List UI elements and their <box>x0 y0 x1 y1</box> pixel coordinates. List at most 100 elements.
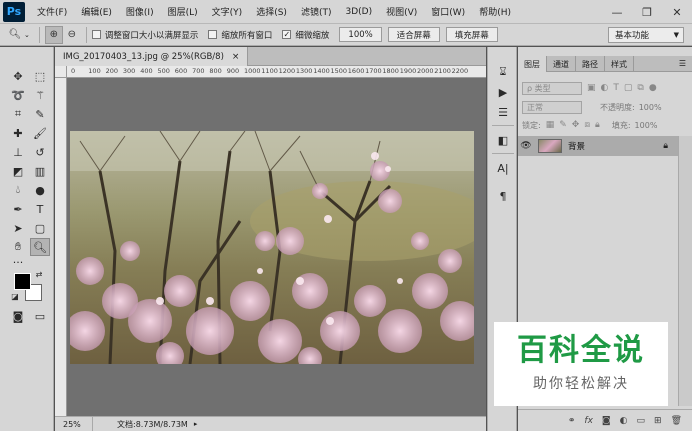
clone-stamp-tool-icon[interactable]: ⊥ <box>8 143 28 161</box>
tab-layers[interactable]: 图层 <box>518 56 547 72</box>
restore-button[interactable]: ❐ <box>632 0 662 24</box>
document-tab-title: IMG_20170403_13.jpg @ 25%(RGB/8) <box>63 51 224 62</box>
foreground-color-swatch[interactable] <box>14 273 31 290</box>
fit-screen-button[interactable]: 适合屏幕 <box>387 27 440 42</box>
tab-styles[interactable]: 样式 <box>605 56 634 72</box>
menu-filter[interactable]: 滤镜(T) <box>301 5 332 18</box>
zoom-level-field[interactable]: 25% <box>55 417 93 431</box>
menu-type[interactable]: 文字(Y) <box>212 5 243 18</box>
status-menu-arrow-icon[interactable]: ▸ <box>194 420 198 428</box>
menu-select[interactable]: 选择(S) <box>256 5 287 18</box>
opacity-value[interactable]: 100% <box>639 103 662 112</box>
menu-view[interactable]: 视图(V) <box>386 5 417 18</box>
fill-screen-button[interactable]: 填充屏幕 <box>445 27 498 42</box>
menu-image[interactable]: 图像(I) <box>126 5 154 18</box>
ruler-tick-label: 1600 <box>347 67 365 75</box>
magic-wand-tool-icon[interactable]: ⚚ <box>30 86 50 104</box>
filter-toggle-icon[interactable]: ● <box>649 83 657 93</box>
quick-mask-icon[interactable]: ◙ <box>8 307 28 325</box>
lasso-tool-icon[interactable]: ➰ <box>8 86 28 104</box>
dodge-tool-icon[interactable]: ● <box>30 181 50 199</box>
lock-transparent-icon[interactable]: ▦ <box>546 120 555 130</box>
scrubby-zoom-checkbox[interactable]: ✓ <box>282 30 292 39</box>
type-tool-icon[interactable]: T <box>30 200 50 218</box>
move-tool-icon[interactable]: ✥ <box>8 67 28 85</box>
workspace-select[interactable]: 基本功能 ▼ <box>608 27 684 43</box>
layer-kind-filter[interactable]: ρ 类型 <box>522 81 582 95</box>
ruler-tick-label: 1700 <box>365 67 382 75</box>
path-selection-tool-icon[interactable]: ➤ <box>8 219 28 237</box>
shape-tool-icon[interactable]: ▢ <box>30 219 50 237</box>
panel-menu-icon[interactable]: ☰ <box>679 59 686 68</box>
new-group-icon[interactable]: ▭ <box>637 416 646 426</box>
new-adjustment-layer-icon[interactable]: ◐ <box>620 416 628 426</box>
tab-channels[interactable]: 通道 <box>547 56 576 72</box>
chevron-down-icon[interactable]: ⌄ <box>24 31 30 39</box>
filter-adjustment-icon[interactable]: ◐ <box>601 83 609 93</box>
close-button[interactable]: ✕ <box>662 0 692 24</box>
menu-window[interactable]: 窗口(W) <box>431 5 465 18</box>
layers-scrollbar[interactable] <box>678 136 692 406</box>
eraser-tool-icon[interactable]: ◩ <box>8 162 28 180</box>
lock-artboard-icon[interactable]: ⧈ <box>584 120 590 130</box>
canvas-image[interactable] <box>70 131 474 364</box>
menu-layer[interactable]: 图层(L) <box>168 5 198 18</box>
menu-help[interactable]: 帮助(H) <box>479 5 511 18</box>
healing-brush-tool-icon[interactable]: ✚ <box>8 124 28 142</box>
menu-edit[interactable]: 编辑(E) <box>81 5 112 18</box>
delete-layer-icon[interactable]: 🗑︎ <box>671 416 682 426</box>
zoom-tool-icon[interactable]: 🔍︎ <box>30 238 50 256</box>
zoom-all-checkbox[interactable] <box>208 30 218 39</box>
eye-icon[interactable]: 👁︎ <box>518 141 534 151</box>
zoom-in-icon[interactable]: ⊕ <box>44 25 63 44</box>
layer-style-icon[interactable]: fx <box>584 416 593 426</box>
marquee-tool-icon[interactable]: ⬚ <box>30 67 50 85</box>
filter-type-icon[interactable]: T <box>613 83 619 93</box>
character-panel-icon[interactable]: A| <box>494 159 512 177</box>
ruler-tick-label: 1900 <box>399 67 417 75</box>
screen-mode-icon[interactable]: ▭ <box>30 307 50 325</box>
add-mask-icon[interactable]: ◙ <box>602 416 611 426</box>
blur-tool-icon[interactable]: 💧︎ <box>8 181 28 199</box>
menu-3d[interactable]: 3D(D) <box>345 7 372 17</box>
minimize-button[interactable]: — <box>602 0 632 24</box>
gradient-tool-icon[interactable]: ▥ <box>30 162 50 180</box>
properties-panel-icon[interactable]: ☰ <box>494 103 512 121</box>
swap-colors-icon[interactable]: ⇄ <box>34 269 44 279</box>
canvas-area[interactable] <box>67 78 486 416</box>
zoom-100-button[interactable]: 100% <box>339 27 382 42</box>
filter-pixel-icon[interactable]: ▣ <box>587 83 596 93</box>
more-tools-icon[interactable]: ··· <box>8 253 28 271</box>
lock-all-icon[interactable]: 🔒︎ <box>595 120 600 130</box>
tab-paths[interactable]: 路径 <box>576 56 605 72</box>
layers-panel-footer: ⚭ fx ◙ ◐ ▭ ⊞ 🗑︎ <box>518 409 692 431</box>
history-brush-tool-icon[interactable]: ↺ <box>30 143 50 161</box>
layer-row[interactable]: 👁︎ 背景 🔒︎ <box>518 136 678 156</box>
document-tab[interactable]: IMG_20170403_13.jpg @ 25%(RGB/8) × <box>55 47 249 66</box>
ruler-tick-label: 800 <box>209 67 222 75</box>
filter-smart-object-icon[interactable]: ⧉ <box>637 83 643 93</box>
menu-file[interactable]: 文件(F) <box>37 5 67 18</box>
link-layers-icon[interactable]: ⚭ <box>568 416 576 426</box>
actions-panel-icon[interactable]: ▶ <box>494 83 512 101</box>
new-layer-icon[interactable]: ⊞ <box>654 416 662 426</box>
close-icon[interactable]: × <box>232 52 240 62</box>
resize-windows-checkbox[interactable] <box>91 30 101 39</box>
filter-shape-icon[interactable]: ▢ <box>624 83 633 93</box>
brush-tool-icon[interactable]: 🖌︎ <box>30 124 50 142</box>
lock-position-icon[interactable]: ✥ <box>572 120 580 130</box>
blend-mode-select[interactable]: 正常 <box>522 100 582 114</box>
pen-tool-icon[interactable]: ✒ <box>8 200 28 218</box>
zoom-out-icon[interactable]: ⊖ <box>63 26 81 44</box>
zoom-tool-preset-icon[interactable]: 🔍︎ <box>6 26 24 44</box>
crop-tool-icon[interactable]: ⌗ <box>8 105 28 123</box>
paragraph-panel-icon[interactable]: ¶ <box>494 187 512 205</box>
eyedropper-tool-icon[interactable]: ✎ <box>30 105 50 123</box>
ruler-tick-label: 0 <box>71 67 76 75</box>
panel-tabs: 图层 通道 路径 样式 <box>518 56 692 72</box>
history-panel-icon[interactable]: ⌛︎ <box>494 63 512 81</box>
default-colors-icon[interactable]: ◪ <box>10 291 20 301</box>
adjustments-panel-icon[interactable]: ◧ <box>494 131 512 149</box>
lock-pixels-icon[interactable]: ✎ <box>559 120 567 130</box>
fill-value[interactable]: 100% <box>635 121 658 130</box>
